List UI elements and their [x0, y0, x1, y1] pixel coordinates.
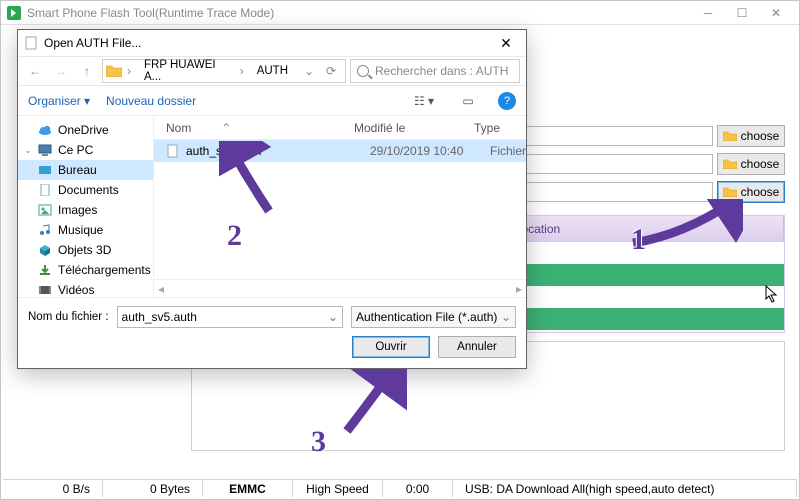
- doc-icon: [38, 184, 52, 196]
- status-mode: High Speed: [293, 480, 383, 497]
- newfolder-button[interactable]: Nouveau dossier: [106, 94, 196, 108]
- dialog-close-button[interactable]: ✕: [492, 33, 520, 53]
- status-time: 0:00: [383, 480, 453, 497]
- nav-forward-button[interactable]: →: [50, 60, 72, 82]
- preview-pane-button[interactable]: ▭: [454, 91, 482, 111]
- sidebar-item-doc[interactable]: Documents: [18, 180, 153, 200]
- filetype-filter[interactable]: Authentication File (*.auth)⌄: [351, 306, 516, 328]
- file-row[interactable]: auth_sv5.auth 29/10/2019 10:40 Fichier: [154, 140, 526, 162]
- chevron-right-icon[interactable]: ›: [237, 64, 247, 78]
- breadcrumb-seg[interactable]: AUTH: [249, 60, 296, 82]
- sidebar-item-img[interactable]: Images: [18, 200, 153, 220]
- folder-icon: [106, 65, 122, 77]
- view-button[interactable]: ☷ ▾: [410, 91, 438, 111]
- 3d-icon: [38, 244, 52, 256]
- dialog-titlebar: Open AUTH File... ✕: [18, 30, 526, 56]
- organise-menu[interactable]: Organiser ▾: [28, 94, 90, 108]
- open-file-dialog: Open AUTH File... ✕ ← → ↑ › FRP HUAWEI A…: [17, 29, 527, 369]
- sidebar: OneDrive⌄Ce PCBureauDocumentsImagesMusiq…: [18, 116, 154, 297]
- file-type: Fichier: [490, 144, 526, 158]
- choose-da-button[interactable]: choose: [717, 125, 785, 147]
- status-speed: 0 B/s: [3, 480, 103, 497]
- sidebar-item-desktop[interactable]: Bureau: [18, 160, 153, 180]
- desktop-icon: [38, 164, 52, 176]
- nav-up-button[interactable]: ↑: [76, 60, 98, 82]
- file-modified: 29/10/2019 10:40: [370, 144, 490, 158]
- chevron-right-icon[interactable]: ›: [124, 64, 134, 78]
- file-name: auth_sv5.auth: [186, 144, 370, 158]
- sidebar-item-vid[interactable]: Vidéos: [18, 280, 153, 297]
- column-modified[interactable]: Modifié le: [354, 121, 474, 135]
- vid-icon: [38, 284, 52, 296]
- folder-icon: [723, 159, 737, 169]
- column-type[interactable]: Type: [474, 121, 526, 135]
- search-input[interactable]: Rechercher dans : AUTH: [350, 59, 520, 83]
- column-name[interactable]: Nom⌃: [154, 121, 354, 135]
- status-usb: USB: DA Download All(high speed,auto det…: [453, 480, 797, 497]
- breadcrumb-dropdown-button[interactable]: ⌄: [298, 60, 320, 82]
- choose-scatter-button[interactable]: choose: [717, 153, 785, 175]
- horizontal-scrollbar[interactable]: ◂▸: [154, 279, 526, 297]
- file-icon: [166, 144, 180, 158]
- app-title: Smart Phone Flash Tool(Runtime Trace Mod…: [27, 6, 274, 20]
- sidebar-item-cloud[interactable]: OneDrive: [18, 120, 153, 140]
- folder-icon: [723, 131, 737, 141]
- breadcrumb[interactable]: › FRP HUAWEI A... › AUTH ⌄ ⟳: [102, 59, 346, 83]
- filename-input[interactable]: auth_sv5.auth⌄: [117, 306, 343, 328]
- cloud-icon: [38, 124, 52, 136]
- refresh-button[interactable]: ⟳: [320, 60, 342, 82]
- filename-label: Nom du fichier :: [28, 311, 109, 323]
- status-bar: 0 B/s 0 Bytes EMMC High Speed 0:00 USB: …: [3, 479, 797, 497]
- mouse-cursor-icon: [765, 285, 779, 303]
- dl-icon: [38, 264, 52, 276]
- open-button[interactable]: Ouvrir: [352, 336, 430, 358]
- status-storage: EMMC: [203, 480, 293, 497]
- cancel-button[interactable]: Annuler: [438, 336, 516, 358]
- sidebar-item-music[interactable]: Musique: [18, 220, 153, 240]
- folder-icon: [723, 187, 737, 197]
- minimize-button[interactable]: ─: [691, 2, 725, 24]
- sidebar-item-dl[interactable]: Téléchargements: [18, 260, 153, 280]
- dialog-title: Open AUTH File...: [44, 36, 141, 50]
- sidebar-item-pc[interactable]: ⌄Ce PC: [18, 140, 153, 160]
- search-icon: [357, 65, 369, 77]
- status-bytes: 0 Bytes: [103, 480, 203, 497]
- close-button[interactable]: ✕: [759, 2, 793, 24]
- app-icon: [7, 6, 21, 20]
- music-icon: [38, 224, 52, 236]
- app-titlebar: Smart Phone Flash Tool(Runtime Trace Mod…: [1, 1, 799, 25]
- breadcrumb-seg[interactable]: FRP HUAWEI A...: [136, 60, 235, 82]
- help-button[interactable]: ?: [498, 92, 516, 110]
- choose-auth-button[interactable]: choose: [717, 181, 785, 203]
- pc-icon: [38, 144, 52, 156]
- nav-back-button[interactable]: ←: [24, 60, 46, 82]
- dialog-icon: [24, 36, 38, 50]
- maximize-button[interactable]: ☐: [725, 2, 759, 24]
- sidebar-item-3d[interactable]: Objets 3D: [18, 240, 153, 260]
- img-icon: [38, 204, 52, 216]
